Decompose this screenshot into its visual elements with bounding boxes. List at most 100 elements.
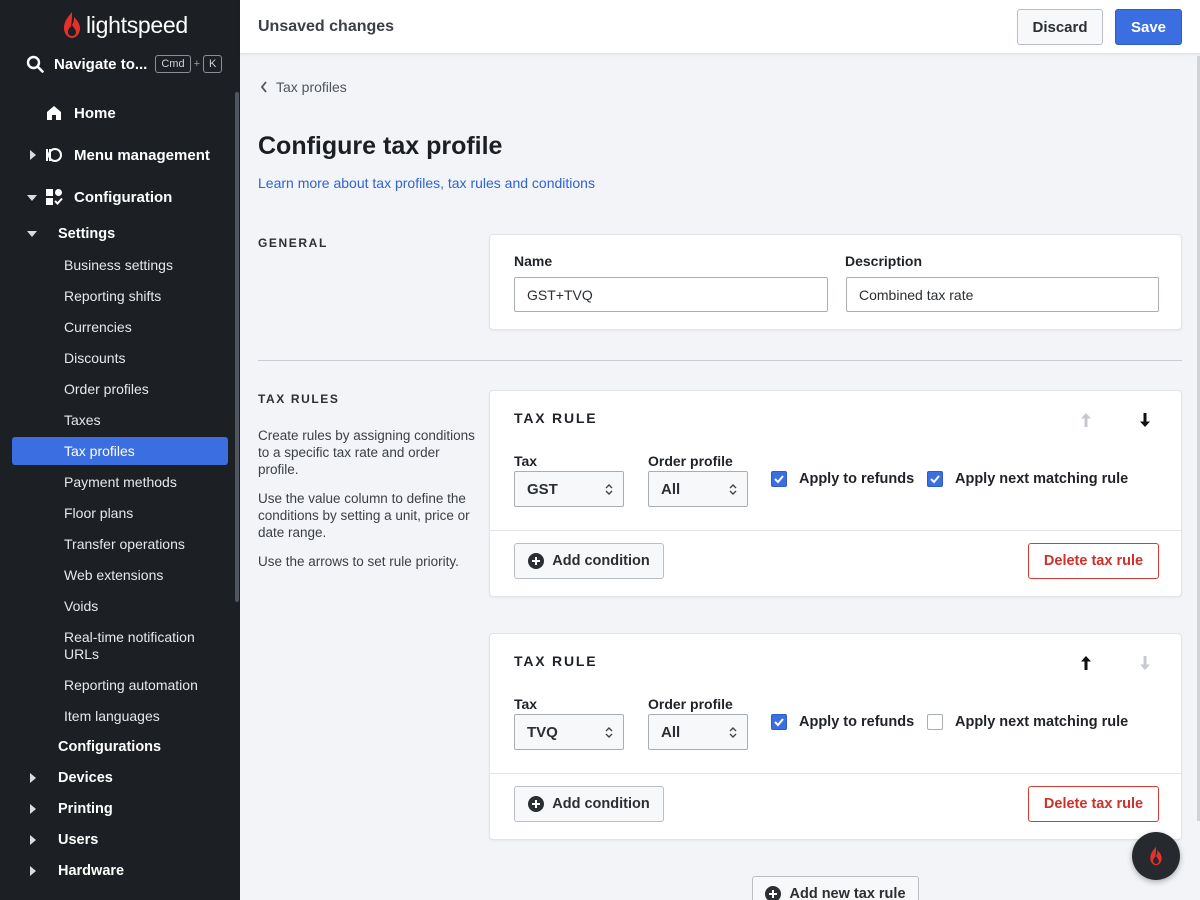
sidebar-item-hardware[interactable]: Hardware — [58, 863, 124, 879]
caret-right-icon[interactable] — [30, 866, 36, 876]
card-divider — [490, 773, 1181, 774]
caret-right-icon[interactable] — [30, 773, 36, 783]
delete-tax-rule-button[interactable]: Delete tax rule — [1028, 543, 1159, 579]
order-profile-select-value: All — [661, 723, 681, 741]
arrow-down-icon[interactable] — [1138, 412, 1152, 428]
caret-down-icon[interactable] — [27, 231, 37, 237]
tax-rule-title: TAX RULE — [514, 653, 598, 669]
sidebar-item-voids[interactable]: Voids — [64, 598, 98, 614]
learn-more-link[interactable]: Learn more about tax profiles, tax rules… — [258, 175, 595, 191]
apply-next-rule-label: Apply next matching rule — [955, 471, 1129, 487]
tax-select-value: GST — [527, 480, 558, 498]
add-new-tax-rule-button[interactable]: Add new tax rule — [752, 876, 919, 900]
sidebar-item-payment-methods[interactable]: Payment methods — [64, 474, 177, 490]
sidebar-item-label: Currencies — [64, 319, 132, 335]
general-card: Name GST+TVQ Description Combined tax ra… — [489, 234, 1182, 330]
card-divider — [490, 530, 1181, 531]
page-title: Configure tax profile — [258, 132, 503, 160]
navigate-to-label: Navigate to... — [54, 55, 148, 73]
check-icon — [774, 718, 784, 727]
caret-right-icon[interactable] — [30, 835, 36, 845]
sidebar-item-floor-plans[interactable]: Floor plans — [64, 505, 133, 521]
caret-right-icon[interactable] — [30, 150, 36, 160]
plus-circle-icon — [528, 553, 545, 569]
caret-down-icon[interactable] — [27, 195, 37, 201]
home-icon — [47, 106, 61, 120]
sidebar-item-label: Configurations — [58, 739, 162, 755]
sidebar-item-label: Item languages — [64, 708, 160, 724]
apply-next-rule-checkbox[interactable] — [927, 714, 943, 730]
sidebar: lightspeed Navigate to... Cmd + K Home M… — [0, 0, 240, 900]
select-arrows-icon — [729, 727, 737, 738]
discard-button[interactable]: Discard — [1017, 9, 1103, 45]
sidebar-item-label: Business settings — [64, 257, 173, 273]
name-label: Name — [514, 253, 553, 269]
unsaved-changes-bar: Unsaved changes Discard Save — [240, 0, 1200, 54]
configuration-icon — [46, 189, 63, 205]
add-new-tax-rule-label: Add new tax rule — [789, 886, 906, 900]
select-arrows-icon — [729, 484, 737, 495]
help-chat-button[interactable] — [1132, 832, 1180, 880]
add-condition-button[interactable]: Add condition — [514, 786, 664, 822]
order-profile-select[interactable]: All — [648, 714, 748, 750]
sidebar-item-discounts[interactable]: Discounts — [64, 350, 125, 366]
check-icon — [930, 475, 940, 484]
add-condition-label: Add condition — [552, 553, 650, 569]
add-condition-button[interactable]: Add condition — [514, 543, 664, 579]
brand-name: lightspeed — [86, 11, 188, 38]
menu-management-icon — [46, 148, 62, 162]
sidebar-item-devices[interactable]: Devices — [58, 770, 113, 786]
apply-refunds-checkbox[interactable] — [771, 714, 787, 730]
apply-refunds-checkbox[interactable] — [771, 471, 787, 487]
order-profile-select[interactable]: All — [648, 471, 748, 507]
sidebar-item-realtime-notification-urls[interactable]: Real-time notification URLs — [64, 629, 214, 663]
tax-rules-help-2: Use the value column to define the condi… — [258, 491, 470, 540]
tax-rules-section-label: TAX RULES — [258, 392, 340, 406]
save-button[interactable]: Save — [1115, 9, 1182, 45]
arrow-up-icon[interactable] — [1079, 655, 1093, 671]
sidebar-scrollbar[interactable] — [235, 92, 239, 602]
sidebar-item-label: Hardware — [58, 863, 125, 879]
sidebar-item-label: Payment methods — [64, 474, 177, 490]
arrow-down-icon — [1140, 656, 1150, 670]
sidebar-item-configurations[interactable]: Configurations — [58, 739, 161, 755]
apply-next-rule-checkbox[interactable] — [927, 471, 943, 487]
tax-rules-help-3: Use the arrows to set rule priority. — [258, 554, 459, 569]
order-profile-select-value: All — [661, 480, 681, 498]
sidebar-item-menu-management[interactable]: Menu management — [74, 147, 210, 164]
sidebar-item-label: Transfer operations — [64, 536, 185, 552]
lightspeed-logo[interactable]: lightspeed — [62, 10, 188, 40]
name-input[interactable]: GST+TVQ — [514, 277, 828, 312]
sidebar-item-label: Reporting automation — [64, 677, 198, 693]
apply-refunds-label: Apply to refunds — [799, 471, 915, 487]
description-label: Description — [845, 253, 923, 269]
sidebar-item-users[interactable]: Users — [58, 832, 98, 848]
sidebar-item-web-extensions[interactable]: Web extensions — [64, 567, 163, 583]
sidebar-item-reporting-shifts[interactable]: Reporting shifts — [64, 288, 161, 304]
check-icon — [774, 475, 784, 484]
navigate-to-search[interactable]: Navigate to... Cmd + K — [26, 55, 223, 73]
sidebar-item-printing[interactable]: Printing — [58, 801, 113, 817]
sidebar-item-reporting-automation[interactable]: Reporting automation — [64, 677, 198, 693]
tax-select[interactable]: GST — [514, 471, 624, 507]
sidebar-item-transfer-operations[interactable]: Transfer operations — [64, 536, 185, 552]
sidebar-item-settings[interactable]: Settings — [58, 226, 115, 242]
apply-next-rule-label: Apply next matching rule — [955, 714, 1129, 730]
chevron-left-icon — [260, 81, 267, 93]
description-input[interactable]: Combined tax rate — [846, 277, 1159, 312]
apply-refunds-label: Apply to refunds — [799, 714, 915, 730]
sidebar-item-tax-profiles[interactable]: Tax profiles — [64, 443, 135, 459]
sidebar-item-currencies[interactable]: Currencies — [64, 319, 132, 335]
caret-right-icon[interactable] — [30, 804, 36, 814]
delete-tax-rule-button[interactable]: Delete tax rule — [1028, 786, 1159, 822]
back-link[interactable]: Tax profiles — [260, 79, 347, 95]
sidebar-item-item-languages[interactable]: Item languages — [64, 708, 160, 724]
tax-select[interactable]: TVQ — [514, 714, 624, 750]
sidebar-item-order-profiles[interactable]: Order profiles — [64, 381, 149, 397]
sidebar-item-configuration[interactable]: Configuration — [74, 189, 172, 206]
kbd-plus: + — [193, 58, 201, 70]
sidebar-item-label: Floor plans — [64, 505, 134, 521]
sidebar-item-business-settings[interactable]: Business settings — [64, 257, 173, 273]
sidebar-item-taxes[interactable]: Taxes — [64, 412, 101, 428]
sidebar-item-home[interactable]: Home — [74, 105, 116, 122]
